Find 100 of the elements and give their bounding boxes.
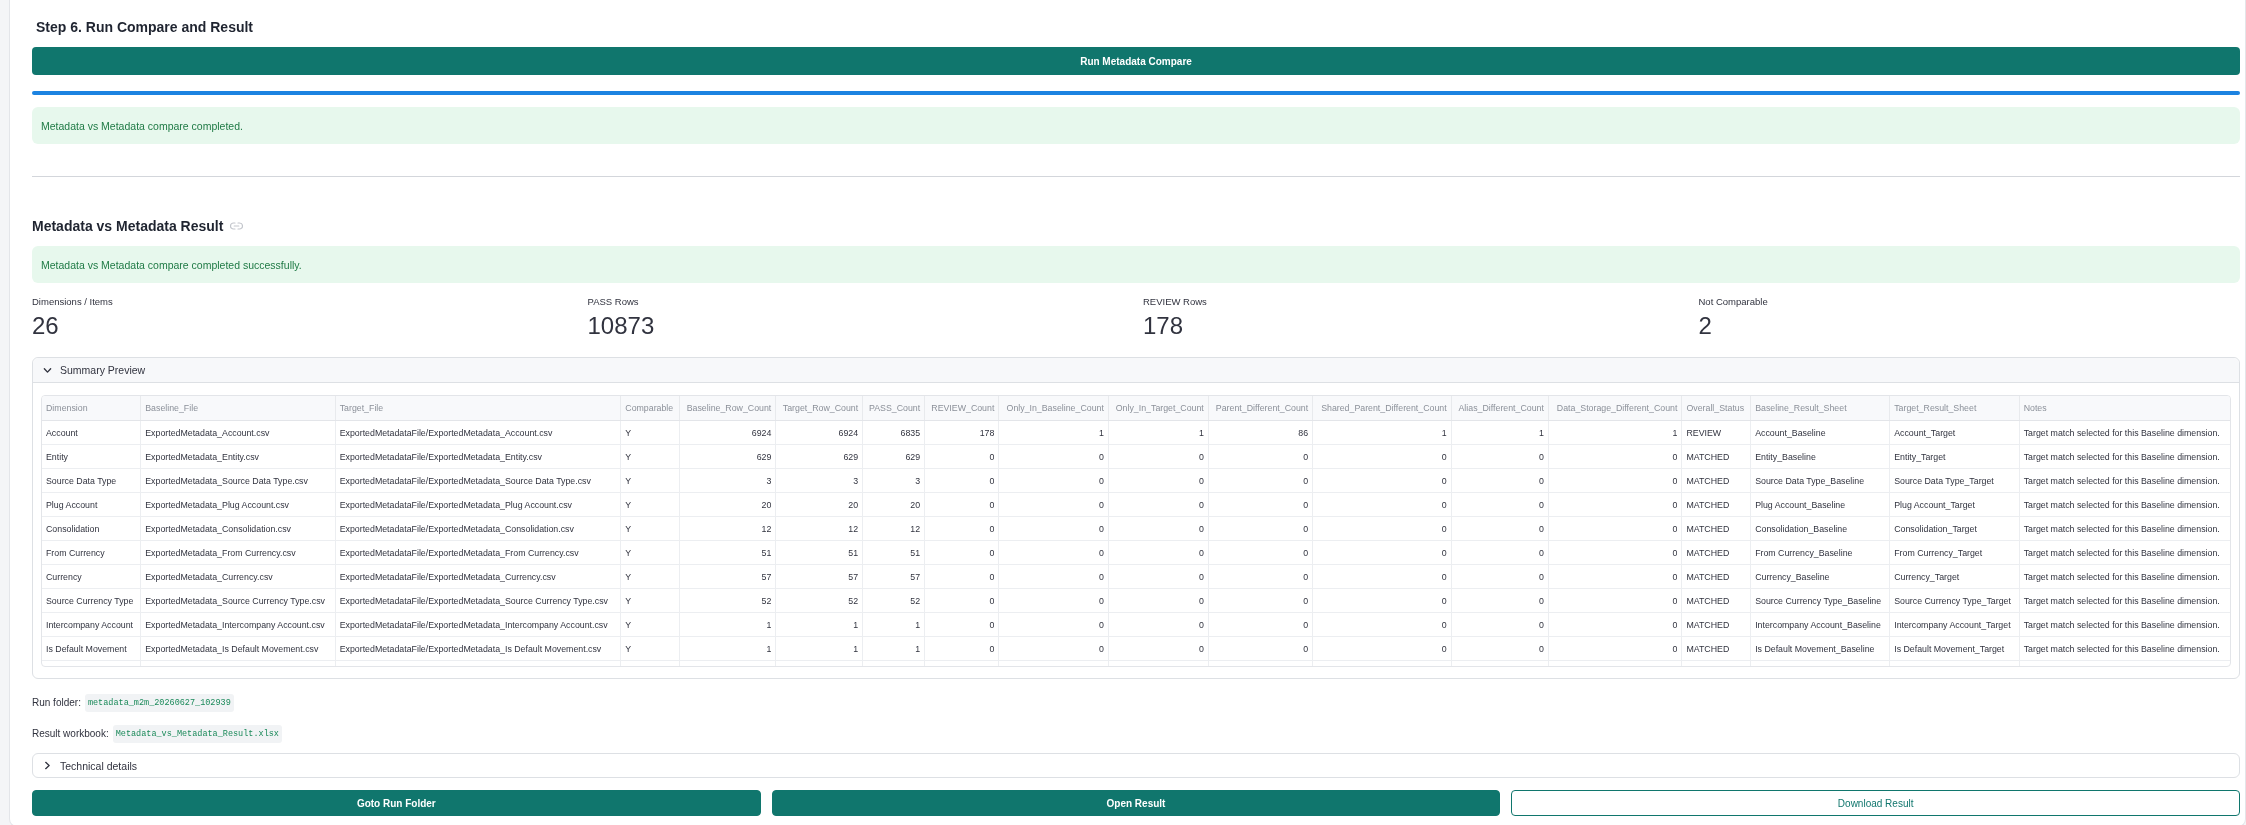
table-cell: 6835 [862, 420, 925, 445]
table-cell: 0 [924, 612, 999, 637]
table-cell: 12 [862, 516, 925, 541]
table-cell: 0 [924, 492, 999, 517]
table-cell: Source Data Type_Baseline [1750, 468, 1890, 493]
table-cell: 0 [998, 612, 1109, 637]
table-cell: Entity_Baseline [1750, 444, 1890, 469]
table-cell: Consolidation_Target [1889, 516, 2020, 541]
column-header: Notes [2019, 396, 2230, 421]
table-cell: ExportedMetadata_Source Currency Type.csv [140, 588, 336, 613]
column-header: Only_In_Target_Count [1108, 396, 1209, 421]
action-button[interactable]: Download Result [1511, 790, 2240, 816]
run-button[interactable]: Run Metadata Compare [32, 47, 2240, 75]
table-cell: ExportedMetadataFile/ExportedMetadata_Is Default Movement.csv [335, 636, 621, 661]
table-cell: 20 [679, 492, 776, 517]
table-cell: 51 [862, 540, 925, 565]
table-cell: 0 [1208, 468, 1313, 493]
table-cell: 0 [1451, 540, 1549, 565]
table-cell: 3 [679, 468, 776, 493]
table-cell: 0 [1312, 540, 1452, 565]
table-cell: Entity_Target [1889, 444, 2020, 469]
table-cell: 0 [1108, 492, 1209, 517]
table-cell: 6924 [775, 420, 863, 445]
table-cell: Target match selected for this Baseline dimension. [2019, 540, 2230, 565]
table-cell: Source Currency Type_Target [1889, 588, 2020, 613]
table-cell: Y [620, 612, 680, 637]
table-cell: 1 [679, 636, 776, 661]
table-cell: 0 [1548, 468, 1682, 493]
table-cell: 0 [924, 516, 999, 541]
section-heading: Metadata vs Metadata Result [32, 217, 224, 236]
table-cell: 0 [998, 516, 1109, 541]
column-header: Dimension [42, 396, 141, 421]
table-cell: ExportedMetadataFile/ExportedMetadata_From Currency.csv [335, 540, 621, 565]
action-button[interactable]: Goto Run Folder [32, 790, 761, 816]
table-cell: 0 [1548, 564, 1682, 589]
table-cell: MATCHED [1681, 612, 1751, 637]
table-cell: 0 [1451, 612, 1549, 637]
metric-label: PASS Rows [587, 295, 639, 309]
column-header: Overall_Status [1681, 396, 1751, 421]
table-cell: Target match selected for this Baseline dimension. [2019, 492, 2230, 517]
section-title: Step 6. Run Compare and Result [36, 18, 254, 36]
table-cell: Target match selected for this Baseline dimension. [2019, 444, 2230, 469]
table-cell: Y [620, 444, 680, 469]
table-cell: ExportedMetadataFile/ExportedMetadata_Intercompany Account.csv [335, 612, 621, 637]
table-cell: MATCHED [1681, 492, 1751, 517]
table-cell: Target match selected for this Baseline dimension. [2019, 612, 2230, 637]
table-cell: ExportedMetadataFile/ExportedMetadata_Account.csv [335, 420, 621, 445]
column-header: Comparable [620, 396, 680, 421]
table-cell: 0 [924, 588, 999, 613]
table-cell: 0 [1208, 612, 1313, 637]
table-cell: ExportedMetadata_Plug Account.csv [140, 492, 336, 517]
table-cell: Account_Baseline [1750, 420, 1890, 445]
table-cell: From Currency_Baseline [1750, 540, 1890, 565]
metric-value: 26 [32, 312, 59, 340]
metric-label: Dimensions / Items [32, 295, 113, 309]
table-cell: ExportedMetadata_Is Default Movement.csv [140, 636, 336, 661]
column-header: Alias_Different_Count [1451, 396, 1549, 421]
metric-label: Not Comparable [1698, 295, 1768, 309]
table-cell: ExportedMetadataFile/ExportedMetadata_Source Data Type.csv [335, 468, 621, 493]
metric-value: 178 [1143, 312, 1184, 340]
table-cell: 0 [1312, 444, 1452, 469]
table-cell: 0 [1451, 636, 1549, 661]
table-cell: 12 [775, 516, 863, 541]
table-cell: Source Currency Type [42, 588, 141, 613]
table-cell: Target match selected for this Baseline dimension. [2019, 516, 2230, 541]
table-cell: 0 [1208, 636, 1313, 661]
table-cell: REVIEW [1681, 420, 1751, 445]
table-cell: ExportedMetadataFile/ExportedMetadata_Currency.csv [335, 564, 621, 589]
action-button[interactable]: Open Result [771, 790, 1501, 816]
table-cell: 0 [1108, 468, 1209, 493]
metric-value: 10873 [587, 312, 655, 340]
table-cell: Currency_Target [1889, 564, 2020, 589]
table-cell: Y [620, 636, 680, 661]
table-cell: Y [620, 564, 680, 589]
table-cell: 0 [998, 588, 1109, 613]
table-cell: 52 [862, 588, 925, 613]
table-cell: 0 [1548, 636, 1682, 661]
column-header: Shared_Parent_Different_Count [1312, 396, 1452, 421]
column-header: Target_Row_Count [775, 396, 863, 421]
table-cell: 0 [1451, 564, 1549, 589]
table-cell: Account [42, 420, 141, 445]
table-cell: Intercompany Account [42, 612, 141, 637]
column-header: Parent_Different_Count [1208, 396, 1313, 421]
chevron-down-icon [43, 365, 52, 375]
table-cell: 3 [862, 468, 925, 493]
table-cell: Is Default Movement_Baseline [1750, 636, 1890, 661]
table-cell: Is Default Movement [42, 636, 141, 661]
expander-header[interactable]: Technical details [32, 753, 2240, 778]
table-cell: 57 [679, 564, 776, 589]
table-cell: 1 [862, 612, 925, 637]
table-cell: 0 [998, 636, 1109, 661]
table-cell: 0 [1108, 516, 1209, 541]
link-icon[interactable] [230, 222, 244, 230]
table-cell: 0 [1548, 588, 1682, 613]
table-cell: 0 [924, 564, 999, 589]
column-header: REVIEW_Count [924, 396, 999, 421]
table-cell: ExportedMetadata_Consolidation.csv [140, 516, 336, 541]
expander-header[interactable]: Summary Preview [33, 358, 2239, 383]
table-cell: 51 [679, 540, 776, 565]
table-cell: 0 [1451, 468, 1549, 493]
